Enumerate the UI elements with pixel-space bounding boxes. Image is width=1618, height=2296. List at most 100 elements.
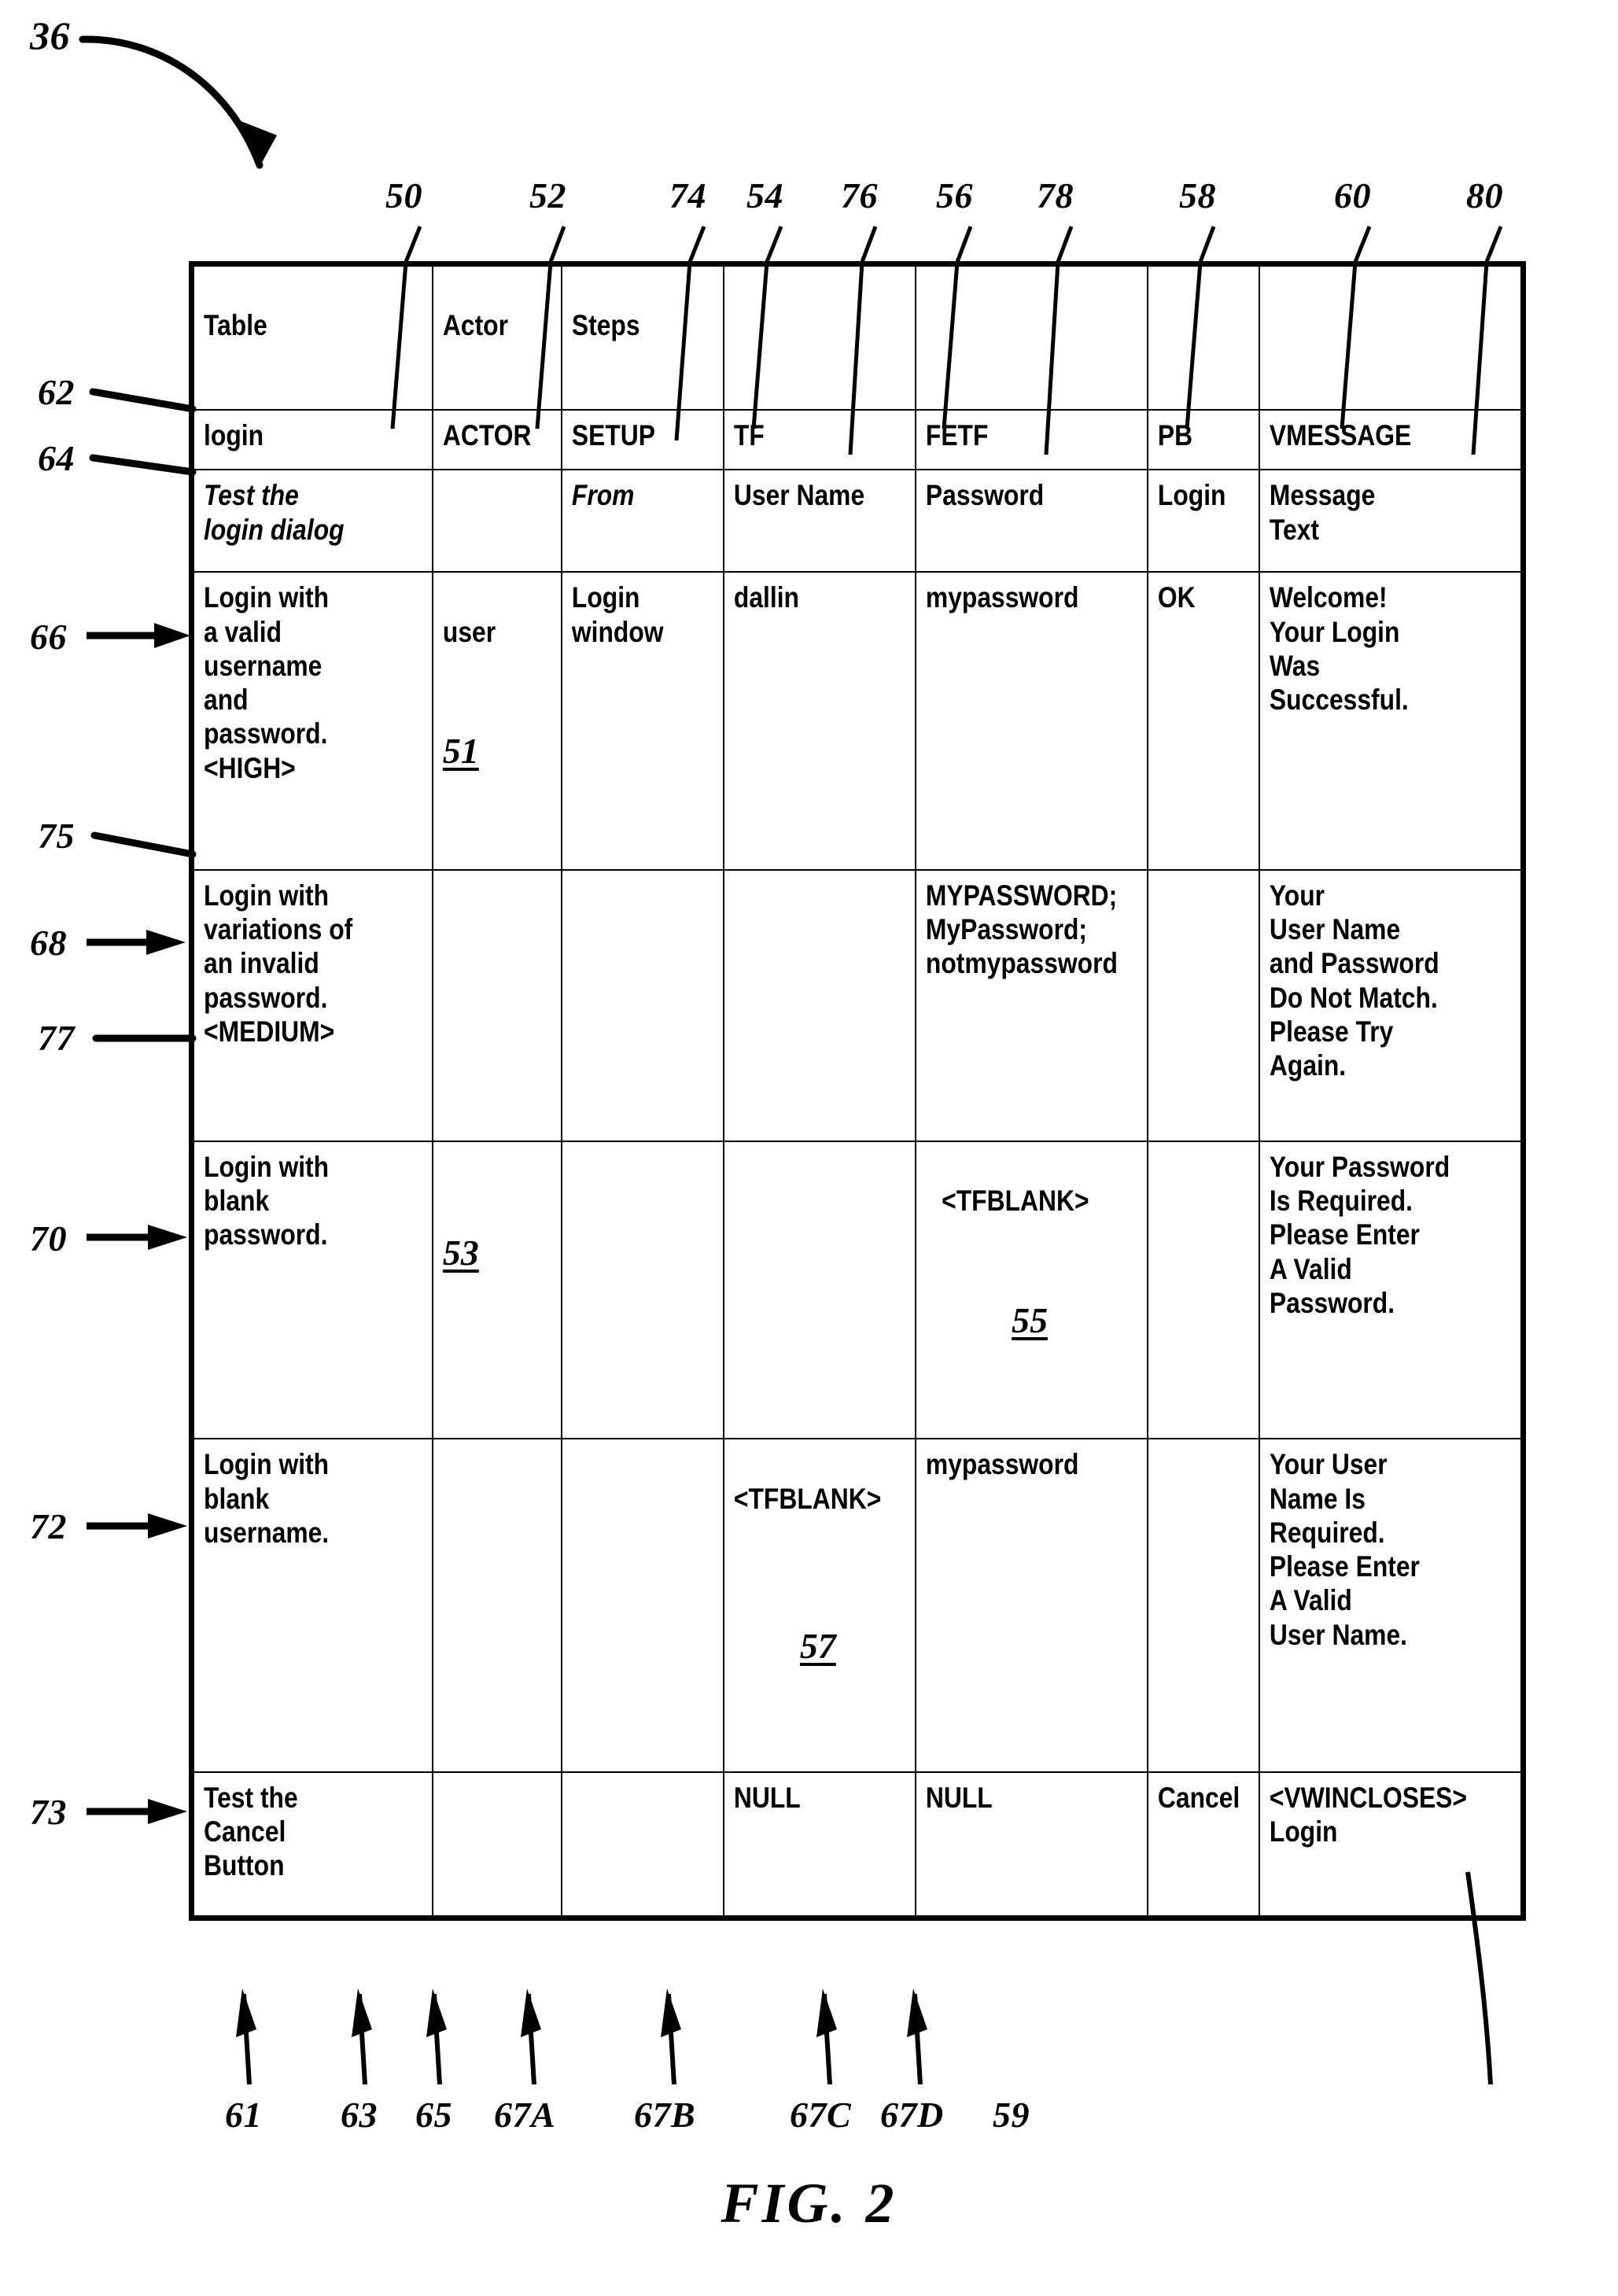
header-cell-pb [1147,267,1244,411]
ref-75: 75 [38,816,75,856]
cell-r6-c1 [432,1771,544,1915]
ref-73: 73 [30,1792,67,1832]
header-cell-vmessage [1258,267,1484,411]
cell-r5-c6: Your User Name Is Required. Please Enter… [1258,1438,1484,1773]
ref-67A: 67A [494,2095,556,2135]
cell-r0-c5: PB [1147,409,1244,471]
cell-r4-c5 [1147,1140,1244,1440]
figure-caption: FIG. 2 [721,2172,897,2235]
cell-r3-c1 [432,868,544,1142]
header-cell-steps: Steps [561,267,702,411]
cell-r1-c4: Password [915,469,1116,573]
cell-r0-c6: VMESSAGE [1258,409,1484,471]
table-row: Login with blank password. 53 <TFBLANK> … [194,1140,1520,1440]
ref-61: 61 [225,2095,262,2135]
cell-r6-c5: Cancel [1147,1771,1244,1915]
cell-r6-c3: NULL [722,1771,890,1915]
ref-58: 58 [1179,175,1216,216]
cell-r1-c5: Login [1147,469,1244,573]
cell-r5-c0: Login with blank username. [194,1438,400,1773]
inline-ref-53: 53 [443,1233,480,1273]
ref-67D: 67D [880,2095,944,2135]
header-label-steps: Steps [571,309,640,342]
cell-r4-c1: 53 [432,1140,544,1440]
cell-r3-c6: Your User Name and Password Do Not Match… [1258,868,1484,1142]
cell-r1-c2: From [561,469,702,573]
patent-figure: Table Actor Steps login ACTOR SETUP TF F… [0,0,1618,2296]
ref-72: 72 [30,1506,67,1546]
ref-54: 54 [746,175,783,216]
cell-r0-c4: FETF [915,409,1116,471]
cell-r2-c5: OK [1147,571,1244,871]
cell-r0-c2: SETUP [561,409,702,471]
table-row: Login with a valid username and password… [194,571,1520,871]
cell-r2-c0: Login with a valid username and password… [194,571,400,871]
cell-r3-c3 [722,868,890,1142]
header-cell-fetf [915,267,1116,411]
cell-r0-c1: ACTOR [432,409,544,471]
table-row: login ACTOR SETUP TF FETF PB VMESSAGE [194,409,1520,471]
ref-67B: 67B [634,2095,696,2135]
ref-64: 64 [38,438,75,478]
cell-r5-c5 [1147,1438,1244,1773]
ref-68: 68 [30,923,67,963]
table-row: Login with variations of an invalid pass… [194,868,1520,1142]
header-cell-actor: Actor [432,267,544,411]
cell-r0-c3: TF [722,409,890,471]
cell-r5-c1 [432,1438,544,1773]
ref-66: 66 [30,617,67,657]
ref-76: 76 [841,175,878,216]
ref-59: 59 [993,2095,1030,2135]
cell-r1-c1 [432,469,544,573]
cell-r2-c2: Login window [561,571,702,871]
ref-52: 52 [529,175,566,216]
ref-62: 62 [38,372,75,412]
cell-r4-c3 [722,1140,890,1440]
inline-ref-55: 55 [1012,1299,1049,1340]
header-label-table: Table [204,309,267,342]
table-row: Test the login dialog From User Name Pas… [194,469,1520,573]
cell-r1-c0: Test the login dialog [194,469,400,573]
cell-r2-c3: dallin [722,571,890,871]
inline-ref-51: 51 [443,731,480,772]
ref-80: 80 [1466,175,1503,216]
header-cell-table: Table [194,267,400,411]
cell-r3-c2 [561,868,702,1142]
ref-77: 77 [38,1018,75,1058]
table-row: Test the Cancel Button NULL NULL Cancel … [194,1771,1520,1915]
header-cell-tf [722,267,890,411]
cell-r4-c2 [561,1140,702,1440]
ref-60: 60 [1334,175,1371,216]
cell-r0-c0: login [194,409,400,471]
cell-r1-c3: User Name [722,469,890,573]
ref-36: 36 [30,13,70,57]
cell-r4-c6: Your Password Is Required. Please Enter … [1258,1140,1484,1440]
ref-78: 78 [1037,175,1074,216]
cell-r6-c6: <VWINCLOSES> Login [1258,1771,1484,1915]
test-specification-table: Table Actor Steps login ACTOR SETUP TF F… [189,261,1526,1921]
cell-r5-c2 [561,1438,702,1773]
cell-r3-c5 [1147,868,1244,1142]
cell-r5-c3: <TFBLANK> 57 [722,1438,890,1773]
ref-67C: 67C [790,2095,852,2135]
ref-56: 56 [936,175,973,216]
cell-r4-c0: Login with blank password. [194,1140,400,1440]
cell-r2-c1: user 51 [432,571,544,871]
cell-r4-c4: <TFBLANK> 55 [915,1140,1116,1440]
cell-r6-c4: NULL [915,1771,1116,1915]
cell-r3-c4: MYPASSWORD; MyPassword; notmypassword [915,868,1118,1142]
cell-r1-c6: Message Text [1258,469,1484,573]
ref-65: 65 [415,2095,452,2135]
cell-r6-c0: Test the Cancel Button [194,1771,400,1915]
table-header-row: Table Actor Steps [194,267,1520,411]
ref-70: 70 [30,1218,67,1259]
cell-r5-c4: mypassword [915,1438,1116,1773]
ref-50: 50 [385,175,422,216]
header-label-actor: Actor [443,309,509,342]
table-row: Login with blank username. <TFBLANK> 57 … [194,1438,1520,1773]
cell-r2-c4: mypassword [915,571,1116,871]
inline-ref-57: 57 [799,1626,836,1667]
spec-table: Table Actor Steps login ACTOR SETUP TF F… [194,267,1520,1915]
cell-r6-c2 [561,1771,702,1915]
cell-r2-c6: Welcome! Your Login Was Successful. [1258,571,1484,871]
